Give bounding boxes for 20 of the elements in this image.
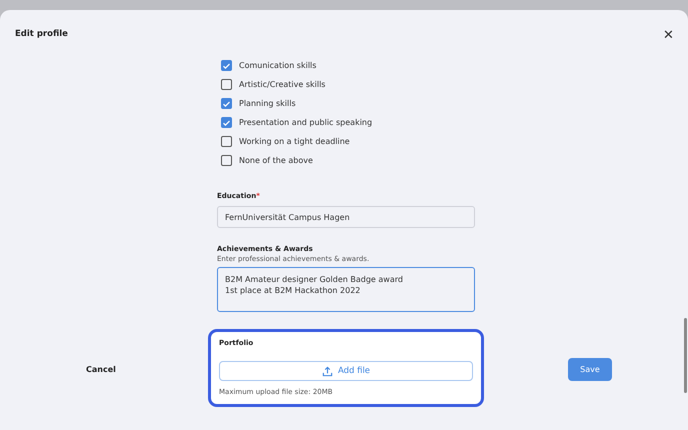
checkbox[interactable] <box>221 60 232 71</box>
checkbox-label: Comunication skills <box>239 61 316 70</box>
checkbox-label: Planning skills <box>239 99 296 108</box>
checkbox[interactable] <box>221 136 232 147</box>
close-button[interactable]: ✕ <box>663 26 674 42</box>
checkbox[interactable] <box>221 98 232 109</box>
cancel-button[interactable]: Cancel <box>86 365 116 374</box>
checkbox[interactable] <box>221 79 232 90</box>
checkbox-label: None of the above <box>239 156 313 165</box>
checkbox[interactable] <box>221 155 232 166</box>
checkbox-label: Working on a tight deadline <box>239 137 350 146</box>
add-file-button[interactable]: Add file <box>219 361 473 381</box>
education-field[interactable]: FernUniversität Campus Hagen <box>217 206 475 228</box>
upload-icon <box>322 366 333 376</box>
checkbox[interactable] <box>221 117 232 128</box>
dialog-title: Edit profile <box>15 29 68 39</box>
checkbox-label: Artistic/Creative skills <box>239 80 326 89</box>
scrollbar[interactable] <box>684 318 687 393</box>
achievements-field[interactable]: B2M Amateur designer Golden Badge award 1st place at B2M Hackathon 2022 <box>217 267 475 312</box>
checkbox-label: Presentation and public speaking <box>239 118 372 127</box>
